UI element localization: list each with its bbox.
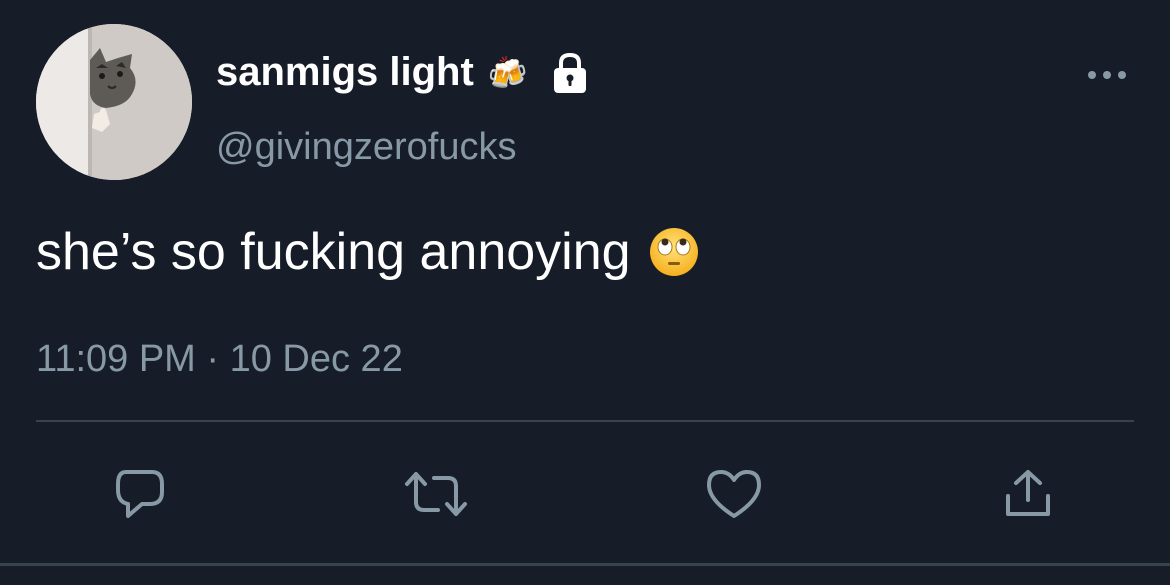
like-icon	[707, 470, 761, 518]
share-icon	[1006, 470, 1050, 516]
user-handle[interactable]: @givingzerofucks	[216, 126, 516, 169]
retweet-icon	[405, 472, 467, 516]
tweet-text: she’s so fucking annoying	[36, 222, 699, 282]
reply-icon	[116, 470, 164, 518]
tweet-text-content: she’s so fucking annoying	[36, 223, 631, 281]
more-options-button[interactable]	[1084, 62, 1130, 88]
tweet-timestamp[interactable]: 11:09 PM · 10 Dec 22	[36, 338, 403, 381]
display-name-text: sanmigs light	[216, 50, 474, 94]
retweet-button[interactable]	[404, 462, 468, 526]
lock-icon	[550, 51, 590, 95]
reply-button[interactable]	[108, 462, 172, 526]
bottom-divider	[0, 563, 1170, 566]
like-button[interactable]	[702, 462, 766, 526]
divider	[36, 420, 1134, 422]
beer-mugs-icon: 🍻	[487, 54, 528, 91]
avatar[interactable]	[36, 24, 192, 180]
share-button[interactable]	[996, 462, 1060, 526]
cat-avatar-image	[36, 24, 192, 180]
display-name[interactable]: sanmigs light 🍻	[216, 50, 590, 95]
rolling-eyes-emoji-icon	[649, 227, 699, 277]
more-horizontal-icon	[1088, 71, 1126, 79]
